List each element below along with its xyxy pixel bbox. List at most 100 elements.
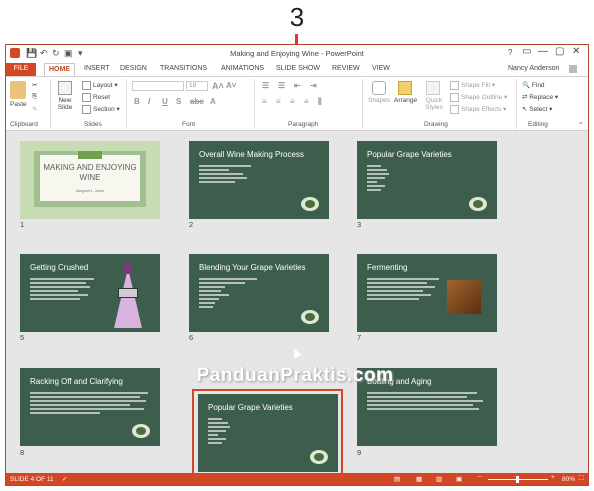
layout-button[interactable]: Layout ▾: [82, 81, 118, 90]
group-divider: [126, 79, 127, 129]
decrease-indent-icon[interactable]: ⇤: [294, 81, 301, 90]
cursor-icon: ↖: [522, 106, 528, 113]
align-center-icon[interactable]: ≡: [276, 97, 281, 106]
reset-button[interactable]: Reset: [82, 93, 110, 102]
pen-icon: [450, 93, 459, 102]
slide-number: 5: [20, 333, 25, 342]
grow-font-icon[interactable]: A˄: [212, 81, 224, 91]
ribbon: Paste ✂ ⎘ ✎ Clipboard New Slide Layout ▾…: [6, 76, 588, 131]
paint-bucket-icon: [450, 81, 459, 90]
section-button[interactable]: Section ▾: [82, 105, 120, 114]
collapse-ribbon-icon[interactable]: ⌃: [578, 121, 583, 129]
restore-button[interactable]: ▢: [555, 46, 564, 57]
user-name[interactable]: Nancy Anderson: [508, 65, 559, 72]
arrange-button[interactable]: Arrange: [394, 97, 417, 104]
zoom-slider-thumb[interactable]: [516, 476, 519, 483]
wine-glass-photo: [447, 280, 481, 314]
slide-show-view-icon[interactable]: ▣: [456, 475, 462, 483]
slide-thumbnail-5[interactable]: Getting Crushed: [20, 254, 160, 332]
numbering-icon[interactable]: ☰: [278, 81, 285, 90]
slide-sorter-view-icon[interactable]: ▦: [416, 475, 422, 483]
columns-icon[interactable]: ⫼: [318, 97, 322, 107]
slide-number: 8: [20, 448, 25, 457]
grape-leaf-icon: [301, 197, 319, 211]
close-button[interactable]: ✕: [572, 46, 580, 57]
bold-button[interactable]: B: [134, 97, 140, 106]
title-tab-accent: [78, 151, 102, 159]
slide-body-text: [30, 278, 94, 302]
ribbon-options-button[interactable]: ▭: [522, 46, 531, 57]
clipboard-icon: [10, 81, 26, 99]
replace-label: Replace: [529, 94, 554, 101]
slide-thumbnail-8[interactable]: Racking Off and Clarifying: [20, 368, 160, 446]
select-button[interactable]: ↖ Select ▾: [522, 105, 552, 113]
slide-number: 9: [357, 448, 362, 457]
shape-fill-button[interactable]: Shape Fill ▾: [450, 81, 495, 90]
powerpoint-window: 💾 ↶ ↻ ▣ ▾ Making and Enjoying Wine - Pow…: [5, 44, 589, 486]
align-right-icon[interactable]: ≡: [290, 97, 295, 106]
cut-icon[interactable]: ✂: [32, 81, 37, 89]
underline-button[interactable]: U: [162, 97, 168, 106]
help-button[interactable]: ?: [508, 48, 512, 57]
slide-title: Blending Your Grape Varieties: [199, 263, 306, 272]
quick-styles-button[interactable]: Quick Styles: [422, 97, 446, 111]
font-name-box[interactable]: [132, 81, 184, 91]
new-slide-button[interactable]: New Slide: [54, 97, 76, 111]
font-color-icon[interactable]: A: [210, 97, 216, 106]
tab-insert[interactable]: INSERT: [84, 65, 110, 72]
tab-view[interactable]: VIEW: [372, 65, 390, 72]
press-icon: [118, 288, 138, 298]
shape-effects-button[interactable]: Shape Effects ▾: [450, 105, 506, 114]
slide-title: Racking Off and Clarifying: [30, 377, 123, 386]
slide-thumbnail-1[interactable]: MAKING AND ENJOYING WINE Margaret L. Jon…: [20, 141, 160, 219]
copy-icon[interactable]: ⎘: [32, 93, 37, 101]
shrink-font-icon[interactable]: A˅: [226, 81, 236, 90]
slide-thumbnail-7[interactable]: Fermenting: [357, 254, 497, 332]
fit-to-window-icon[interactable]: ⛶: [579, 475, 584, 483]
slide-thumbnail-2[interactable]: Overall Wine Making Process: [189, 141, 329, 219]
tab-transitions[interactable]: TRANSITIONS: [160, 65, 207, 72]
slide-thumbnail-6[interactable]: Blending Your Grape Varieties: [189, 254, 329, 332]
replace-button[interactable]: ⇄ Replace ▾: [522, 93, 558, 101]
paste-button[interactable]: Paste: [10, 101, 27, 108]
minimize-button[interactable]: —: [538, 46, 548, 57]
increase-indent-icon[interactable]: ⇥: [310, 81, 317, 90]
group-divider: [254, 79, 255, 129]
proofing-icon[interactable]: ✓: [62, 475, 67, 483]
justify-icon[interactable]: ≡: [304, 97, 309, 106]
tab-file[interactable]: FILE: [6, 63, 36, 76]
zoom-level[interactable]: 80%: [562, 476, 575, 483]
tab-slide-show[interactable]: SLIDE SHOW: [276, 65, 320, 72]
replace-icon: ⇄: [522, 94, 528, 101]
slide-number: 3: [357, 220, 362, 229]
slide-count-status[interactable]: SLIDE 4 OF 11: [10, 476, 54, 483]
zoom-in-button[interactable]: +: [551, 474, 555, 481]
shapes-button[interactable]: Shapes: [368, 97, 390, 104]
avatar[interactable]: [569, 65, 577, 73]
format-painter-icon[interactable]: ✎: [32, 105, 37, 113]
slide-number: 2: [189, 220, 194, 229]
slide-body-text: [199, 165, 251, 185]
tab-animations[interactable]: ANIMATIONS: [221, 65, 264, 72]
align-left-icon[interactable]: ≡: [262, 97, 267, 106]
font-size-box[interactable]: 18: [186, 81, 208, 91]
slide-thumbnail-4[interactable]: Popular Grape Varieties: [198, 394, 338, 472]
reading-view-icon[interactable]: ▥: [436, 475, 442, 483]
find-button[interactable]: 🔍 Find: [522, 81, 545, 89]
strikethrough-button[interactable]: abc: [190, 97, 204, 106]
tab-design[interactable]: DESIGN: [120, 65, 147, 72]
shadow-button[interactable]: S: [176, 97, 181, 106]
grape-leaf-icon: [469, 197, 487, 211]
shapes-icon: [372, 81, 386, 95]
italic-button[interactable]: I: [148, 97, 150, 106]
normal-view-icon[interactable]: ▤: [394, 475, 400, 483]
find-label: Find: [531, 82, 545, 89]
slide-subtitle: Margaret L. Jones: [75, 189, 105, 193]
shape-outline-button[interactable]: Shape Outline ▾: [450, 93, 507, 102]
bullets-icon[interactable]: ☰: [262, 81, 269, 90]
shape-fill-label: Shape Fill: [461, 82, 490, 90]
zoom-out-button[interactable]: −: [478, 474, 482, 481]
tab-review[interactable]: REVIEW: [332, 65, 360, 72]
slide-thumbnail-3[interactable]: Popular Grape Varieties: [357, 141, 497, 219]
tab-home[interactable]: HOME: [44, 63, 75, 76]
